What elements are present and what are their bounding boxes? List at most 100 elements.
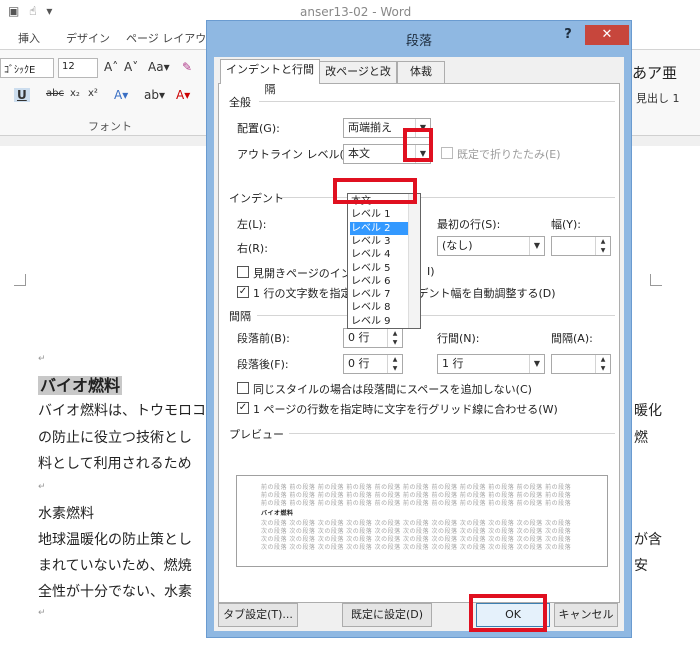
indent-section-label: インデント xyxy=(229,192,284,205)
first-line-value: (なし) xyxy=(442,239,473,252)
tabs-button[interactable]: タブ設定(T)... xyxy=(218,603,298,627)
line-spacing-value: 1 行 xyxy=(442,357,464,370)
spin-down-icon[interactable]: ▼ xyxy=(388,364,402,373)
spin-buttons[interactable]: ▲ ▼ xyxy=(387,329,402,347)
font-group-label: フォント xyxy=(88,120,132,133)
chevron-down-icon[interactable]: ▼ xyxy=(529,237,544,255)
alignment-value: 両端揃え xyxy=(348,121,392,134)
preview-prev-line: 前の段落 前の段落 前の段落 前の段落 前の段落 前の段落 前の段落 前の段落 … xyxy=(261,500,572,507)
tab-design[interactable]: デザイン xyxy=(66,30,110,46)
outline-level-option[interactable]: レベル 3 xyxy=(350,235,408,248)
outline-level-option[interactable]: レベル 6 xyxy=(350,275,408,288)
close-button[interactable]: ✕ xyxy=(585,25,629,45)
help-button[interactable]: ? xyxy=(555,25,581,45)
grow-font-icon[interactable]: A˄ xyxy=(104,60,118,74)
spin-up-icon[interactable]: ▲ xyxy=(596,237,610,246)
first-line-select[interactable]: (なし) ▼ xyxy=(437,236,545,256)
doc-line-4: 水素燃料 xyxy=(38,506,94,522)
outline-level-option[interactable]: レベル 4 xyxy=(350,248,408,261)
doc-fragment-3: が含 xyxy=(634,532,662,548)
preview-current-line: バイオ燃料 xyxy=(261,510,294,517)
spin-down-icon[interactable]: ▼ xyxy=(596,364,610,373)
doc-line-1: バイオ燃料は、トウモロコ xyxy=(38,403,206,419)
touch-mode-icon[interactable]: ☝ xyxy=(29,4,36,18)
outline-level-option[interactable]: レベル 7 xyxy=(350,288,408,301)
collapse-label: 既定で折りたたみ(E) xyxy=(457,148,561,161)
shrink-font-icon[interactable]: A˅ xyxy=(124,60,138,74)
outline-level-option[interactable]: レベル 9 xyxy=(350,315,408,328)
dialog-body: インデントと行間隔 改ページと改行 体裁 全般 配置(G): 両端揃え ▼ アウ… xyxy=(214,57,624,631)
line-spacing-select[interactable]: 1 行 ▼ xyxy=(437,354,545,374)
paragraph-mark: ↵ xyxy=(38,354,46,364)
no-space-same-style-checkbox[interactable] xyxy=(237,382,249,394)
spacing-at-input[interactable]: ▲ ▼ xyxy=(551,354,611,374)
subscript-icon[interactable]: x₂ xyxy=(70,88,80,99)
change-case-icon[interactable]: Aa▾ xyxy=(148,60,170,74)
tab-asian-typography[interactable]: 体裁 xyxy=(397,61,445,83)
spin-down-icon[interactable]: ▼ xyxy=(596,246,610,255)
underline-icon[interactable]: U xyxy=(14,88,30,102)
font-color-icon[interactable]: A▾ xyxy=(176,88,190,102)
alignment-select[interactable]: 両端揃え ▼ xyxy=(343,118,431,138)
preview-next-line: 次の段落 次の段落 次の段落 次の段落 次の段落 次の段落 次の段落 次の段落 … xyxy=(261,544,572,551)
line-spacing-label: 行間(N): xyxy=(437,332,480,345)
chevron-down-icon[interactable]: ▼ xyxy=(415,119,430,137)
collapse-checkbox[interactable] xyxy=(441,147,453,159)
paragraph-mark: ↵ xyxy=(38,482,46,492)
spin-up-icon[interactable]: ▲ xyxy=(596,355,610,364)
indent-left-label: 左(L): xyxy=(237,218,267,231)
doc-fragment-1: 暖化 xyxy=(634,403,662,419)
margin-corner-right xyxy=(650,274,662,286)
general-section-label: 全般 xyxy=(229,96,251,109)
preview-section-label: プレビュー xyxy=(229,428,284,441)
section-divider xyxy=(281,197,615,198)
outline-level-select[interactable]: 本文 ▼ xyxy=(343,144,431,164)
indent-width-input[interactable]: ▲ ▼ xyxy=(551,236,611,256)
tab-insert[interactable]: 挿入 xyxy=(18,30,40,46)
space-after-input[interactable]: 0 行 ▲ ▼ xyxy=(343,354,403,374)
spin-up-icon[interactable]: ▲ xyxy=(388,329,402,338)
tab-indents-spacing[interactable]: インデントと行間隔 xyxy=(220,59,320,96)
save-icon[interactable]: ▣ xyxy=(8,4,19,18)
highlight-color-icon[interactable]: ab▾ xyxy=(144,88,165,102)
outline-level-option[interactable]: レベル 1 xyxy=(350,208,408,221)
spin-buttons[interactable]: ▲ ▼ xyxy=(595,237,610,255)
cancel-button[interactable]: キャンセル xyxy=(554,603,618,627)
snap-to-grid-checkbox[interactable]: ✓ xyxy=(237,402,249,414)
doc-line-7: 全性が十分でない、水素 xyxy=(38,584,192,600)
spin-down-icon[interactable]: ▼ xyxy=(388,338,402,347)
outline-level-value: 本文 xyxy=(348,147,370,160)
font-name-box[interactable]: ｺﾞｼｯｸE xyxy=(0,58,54,78)
dialog-titlebar[interactable]: 段落 ? ✕ xyxy=(207,21,631,57)
auto-adjust-indent-checkbox[interactable]: ✓ xyxy=(237,286,249,298)
style-sample[interactable]: あア亜 xyxy=(632,62,677,83)
spin-buttons[interactable]: ▲ ▼ xyxy=(595,355,610,373)
outline-level-dropdown[interactable]: 本文 レベル 1 レベル 2 レベル 3 レベル 4 レベル 5 レベル 6 レベル 7 レベル… xyxy=(347,193,421,329)
tab-line-page-breaks[interactable]: 改ページと改行 xyxy=(319,61,397,98)
ok-button[interactable]: OK xyxy=(476,603,550,627)
space-before-input[interactable]: 0 行 ▲ ▼ xyxy=(343,328,403,348)
customize-qat-icon[interactable]: ▾ xyxy=(46,4,52,18)
spin-up-icon[interactable]: ▲ xyxy=(388,355,402,364)
strikethrough-icon[interactable]: abc xyxy=(46,88,64,99)
chevron-down-icon[interactable]: ▼ xyxy=(415,145,430,163)
tab-page-layout[interactable]: ページ レイアウト xyxy=(126,30,217,46)
outline-level-option[interactable]: レベル 2 xyxy=(350,221,408,235)
text-effects-icon[interactable]: A▾ xyxy=(114,88,128,102)
outline-level-option[interactable]: レベル 8 xyxy=(350,301,408,314)
superscript-icon[interactable]: x² xyxy=(88,88,98,99)
outline-level-option[interactable]: 本文 xyxy=(350,195,408,208)
dropdown-scrollbar[interactable] xyxy=(408,194,420,328)
doc-fragment-4: 安 xyxy=(634,558,648,574)
set-default-button[interactable]: 既定に設定(D) xyxy=(342,603,432,627)
font-size-box[interactable]: 12 xyxy=(58,58,98,78)
outline-level-option[interactable]: レベル 5 xyxy=(350,262,408,275)
mirror-indents-label-tail: I) xyxy=(427,265,435,278)
mirror-indents-checkbox[interactable] xyxy=(237,266,249,278)
space-after-value: 0 行 xyxy=(348,357,370,370)
section-divider xyxy=(259,101,615,102)
chevron-down-icon[interactable]: ▼ xyxy=(529,355,544,373)
spin-buttons[interactable]: ▲ ▼ xyxy=(387,355,402,373)
paragraph-mark: ↵ xyxy=(38,608,46,618)
clear-format-icon[interactable]: ✎ xyxy=(182,60,192,74)
